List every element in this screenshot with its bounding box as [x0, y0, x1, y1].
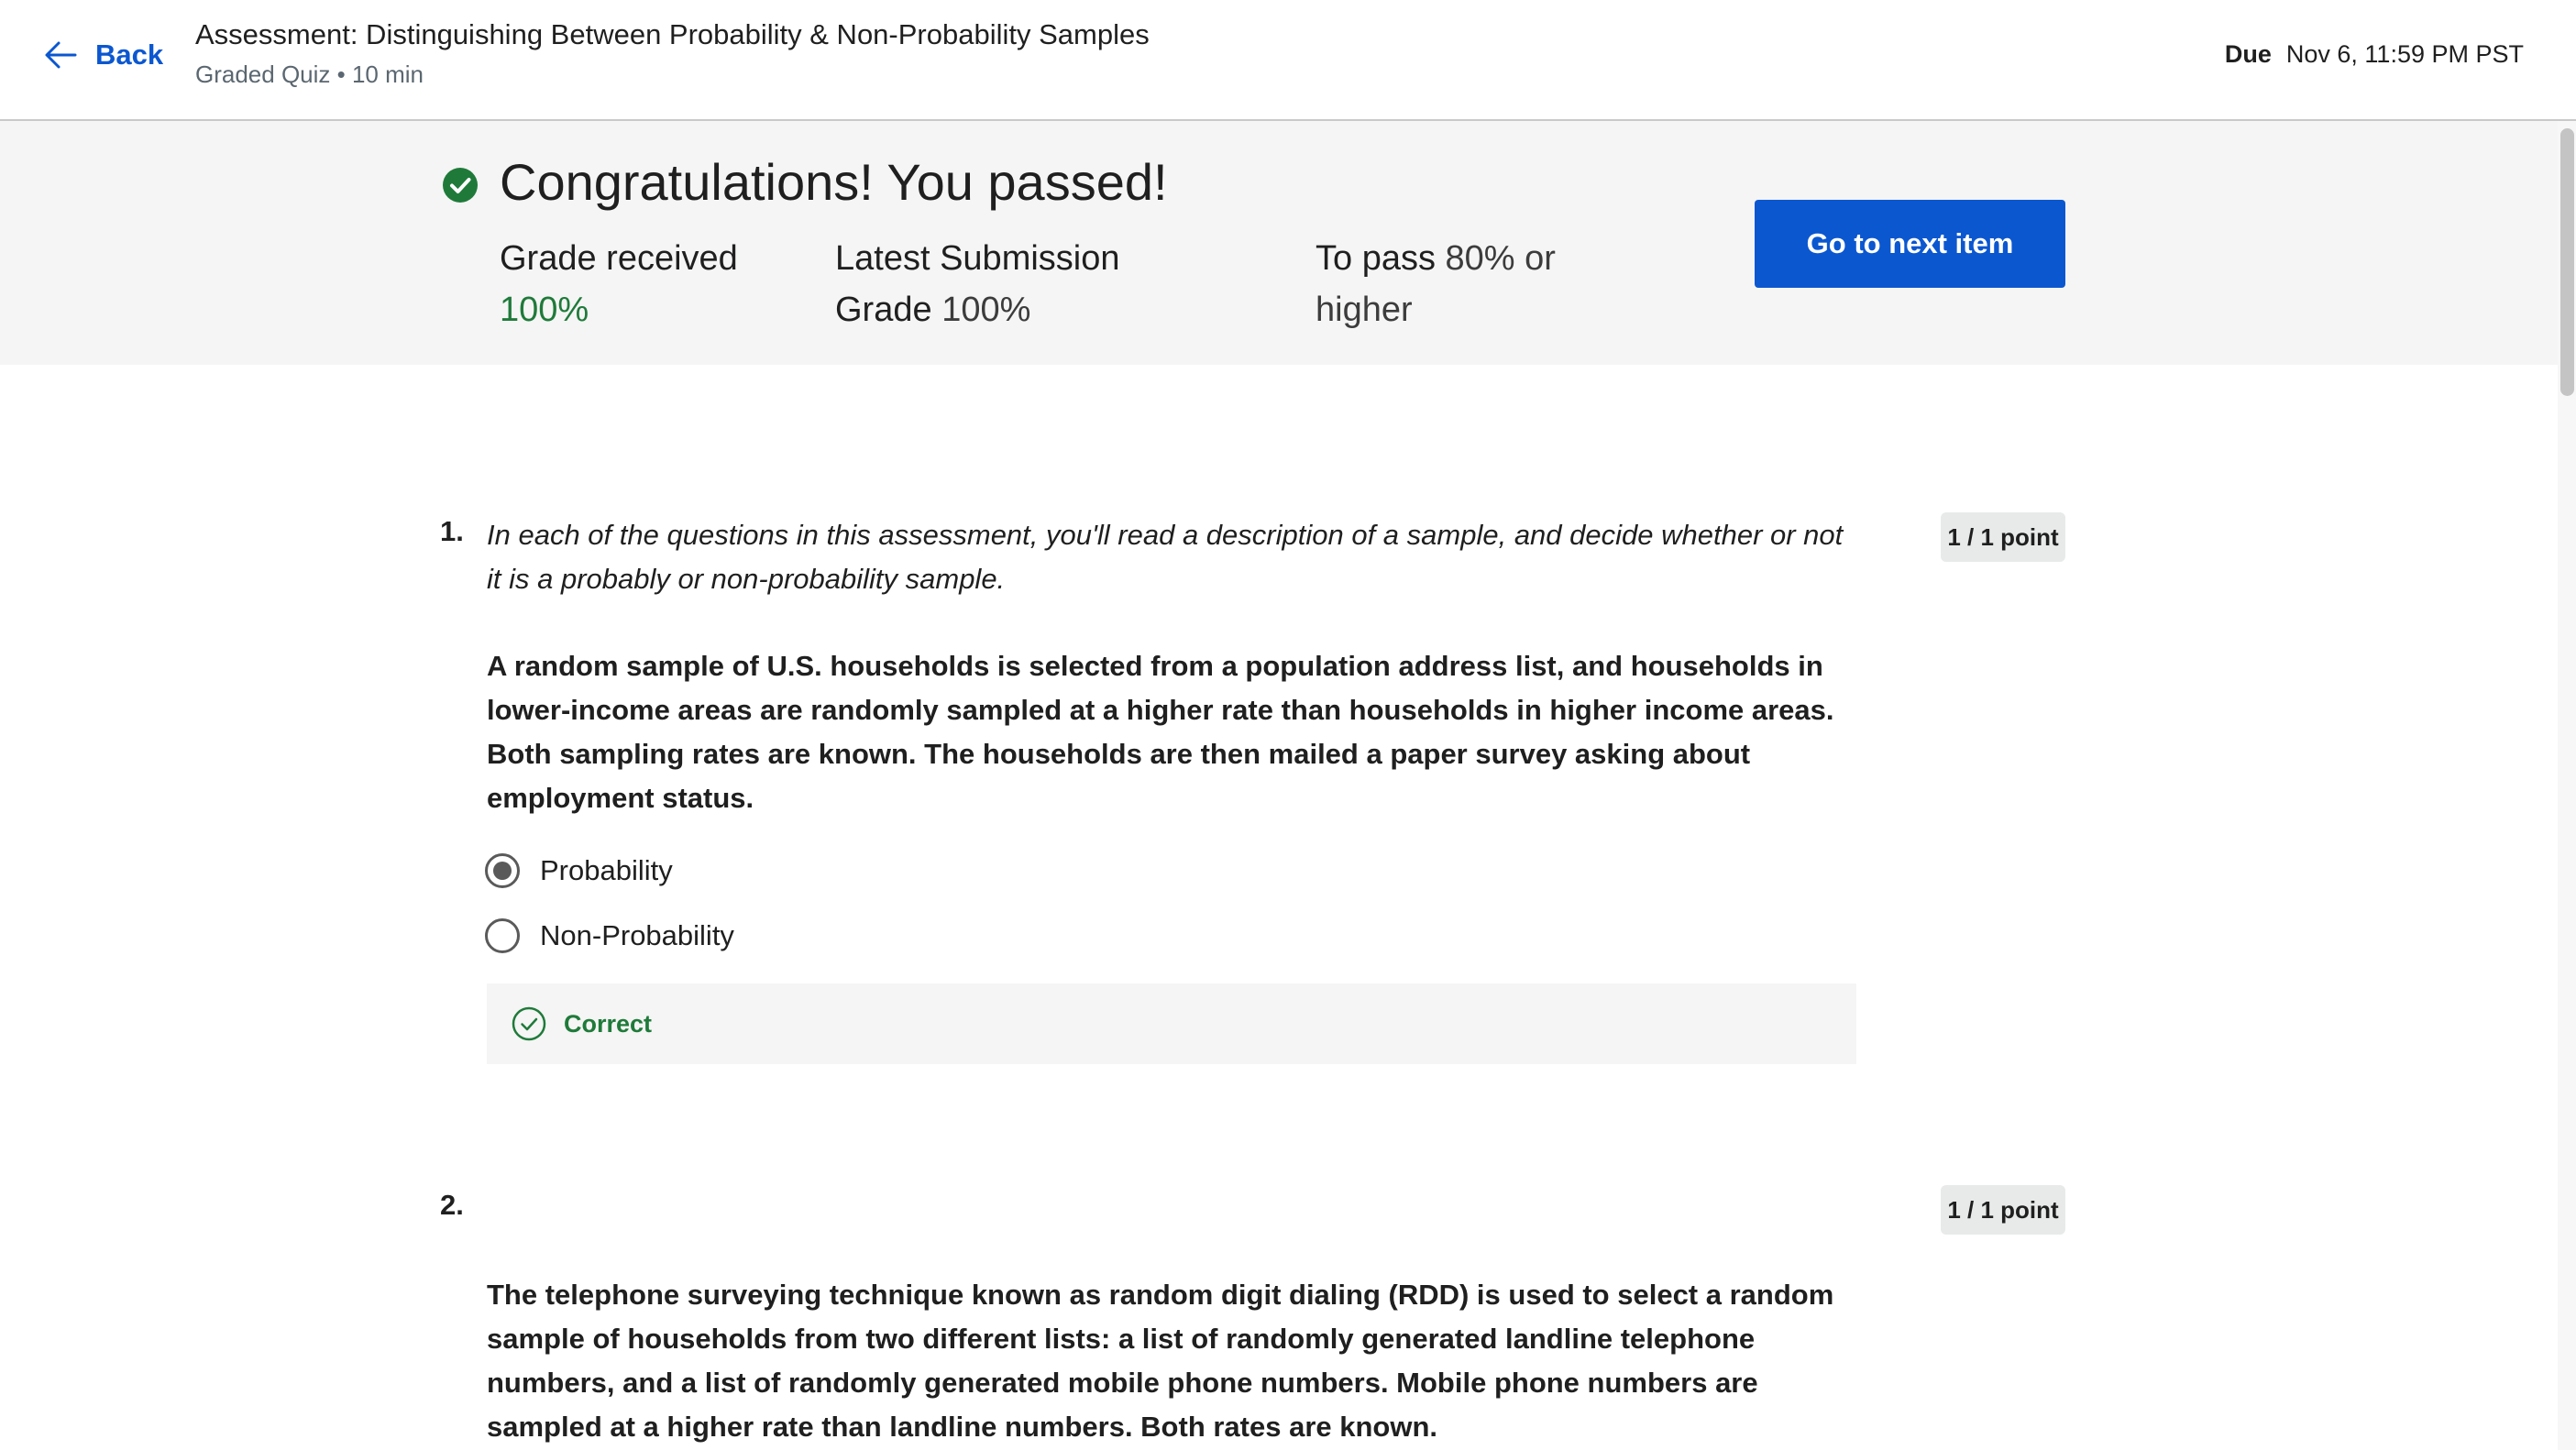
latest-submission-value: 100% [941, 291, 1031, 329]
passing-threshold: To pass 80% or higher [1316, 233, 1609, 335]
scrollbar-thumb[interactable] [2560, 128, 2574, 396]
question-1-option-non-probability[interactable]: Non-Probability [485, 918, 734, 953]
question-2-text: The telephone surveying technique known … [487, 1279, 1834, 1443]
back-label: Back [95, 38, 164, 71]
arrow-left-icon [45, 41, 77, 69]
radio-unselected[interactable] [485, 918, 520, 953]
due-date: Due Nov 6, 11:59 PM PST [2225, 40, 2524, 69]
check-circle-outline-icon [512, 1006, 546, 1041]
page-title: Assessment: Distinguishing Between Proba… [195, 18, 1150, 50]
question-1-text: A random sample of U.S. households is se… [487, 650, 1834, 814]
top-bar: Back Assessment: Distinguishing Between … [0, 0, 2576, 121]
feedback-label: Correct [564, 1009, 653, 1038]
question-1-number: 1. [440, 515, 464, 547]
pass-title: Congratulations! You passed! [500, 153, 1168, 211]
question-1-feedback: Correct [487, 983, 1856, 1064]
latest-submission-grade: Latest Submission Grade 100% [835, 233, 1183, 335]
to-pass-label: To pass [1316, 239, 1436, 278]
check-circle-filled-icon [443, 168, 478, 203]
option-label: Probability [540, 854, 673, 886]
page-subtitle: Graded Quiz • 10 min [195, 60, 424, 88]
go-to-next-item-button[interactable]: Go to next item [1755, 200, 2065, 288]
due-label: Due [2224, 40, 2272, 68]
question-1-intro: In each of the questions in this assessm… [487, 519, 1844, 595]
question-2-points-badge: 1 / 1 point [1941, 1185, 2065, 1235]
question-1-points-badge: 1 / 1 point [1941, 512, 2065, 562]
back-button[interactable]: Back [42, 33, 163, 77]
grade-received-value: 100% [500, 291, 589, 329]
grade-received-label: Grade received [500, 239, 738, 278]
result-banner [0, 121, 2576, 365]
grade-received: Grade received 100% [500, 233, 765, 335]
radio-selected[interactable] [485, 853, 520, 888]
question-2-number: 2. [440, 1189, 464, 1221]
question-1-option-probability[interactable]: Probability [485, 853, 673, 888]
due-value: Nov 6, 11:59 PM PST [2285, 40, 2524, 68]
option-label: Non-Probability [540, 919, 734, 951]
